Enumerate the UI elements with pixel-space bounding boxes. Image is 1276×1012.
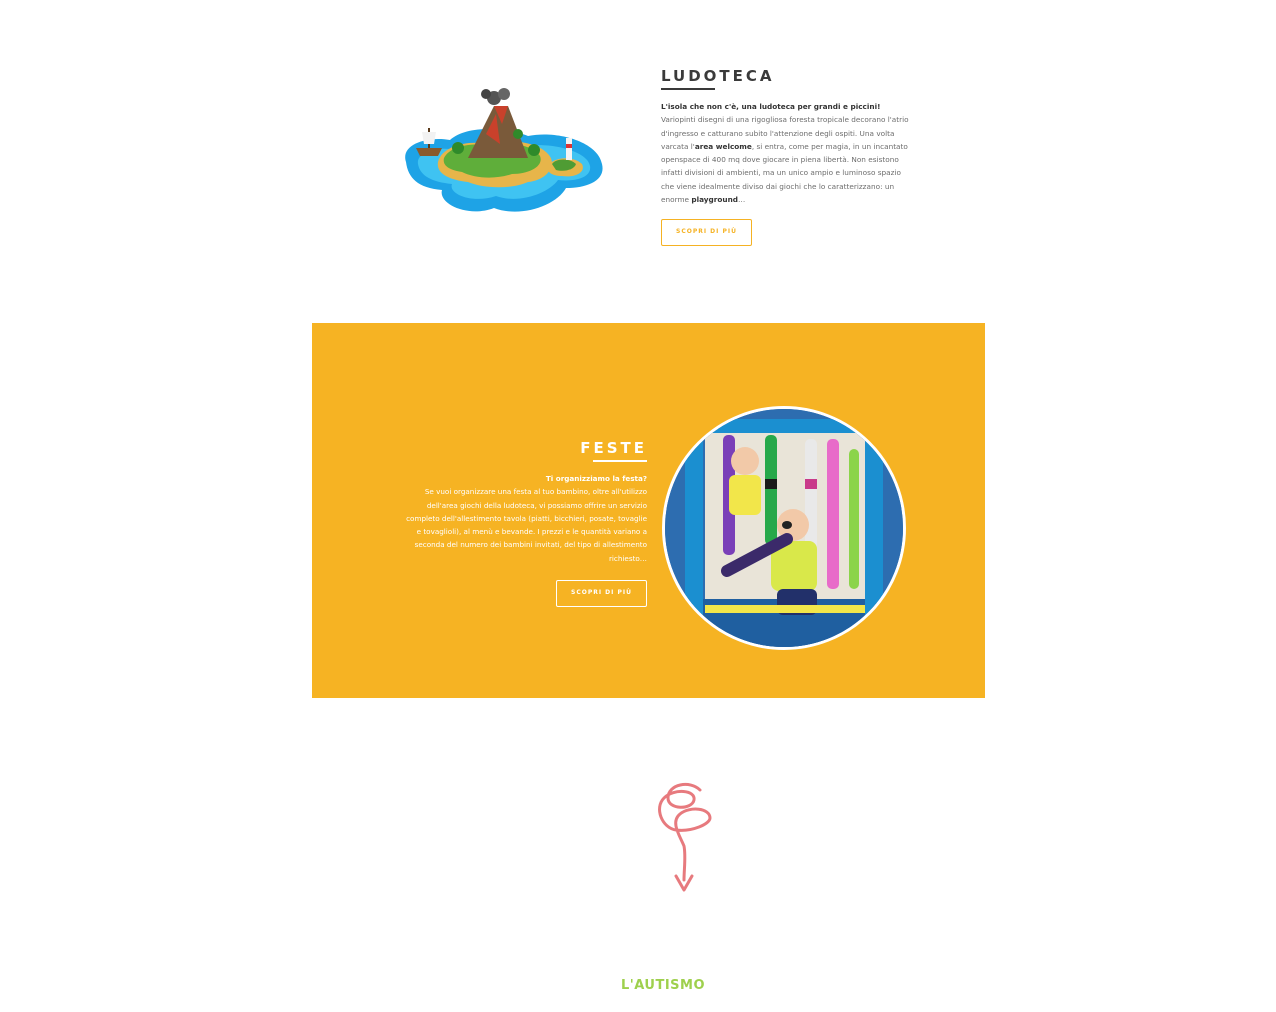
ludoteca-body-bold-1: area welcome	[694, 141, 752, 151]
ludoteca-description: L'isola che non c'è, una ludoteca per gr…	[661, 100, 911, 206]
title-underline	[661, 88, 715, 90]
feste-title: FESTE	[580, 439, 647, 457]
feste-discover-button[interactable]: SCOPRI DI PIÙ	[556, 580, 647, 608]
photo-illustration	[665, 409, 903, 647]
ludoteca-discover-button[interactable]: SCOPRI DI PIÙ	[661, 219, 752, 247]
title-underline	[593, 460, 647, 462]
autismo-section-title: L'AUTISMO	[620, 978, 706, 993]
ludoteca-body-bold-2: playground	[691, 195, 739, 205]
feste-body: Se vuoi organizzare una festa al tuo bam…	[406, 487, 647, 563]
ludoteca-intro: L'isola che non c'è, una ludoteca per gr…	[661, 102, 881, 111]
squiggle-arrow-icon	[658, 782, 712, 892]
ludoteca-body-part-3: …	[738, 195, 746, 205]
ludoteca-text-block: LUDOTECA L'isola che non c'è, una ludote…	[661, 66, 911, 247]
ludoteca-title: LUDOTECA	[661, 67, 775, 85]
kids-playground-photo	[662, 406, 906, 650]
feste-intro: Ti organizziamo la festa?	[545, 474, 647, 483]
feste-description: Ti organizziamo la festa? Se vuoi organi…	[404, 472, 647, 565]
island-illustration	[405, 88, 603, 212]
feste-text-block: FESTE Ti organizziamo la festa? Se vuoi …	[404, 438, 647, 608]
